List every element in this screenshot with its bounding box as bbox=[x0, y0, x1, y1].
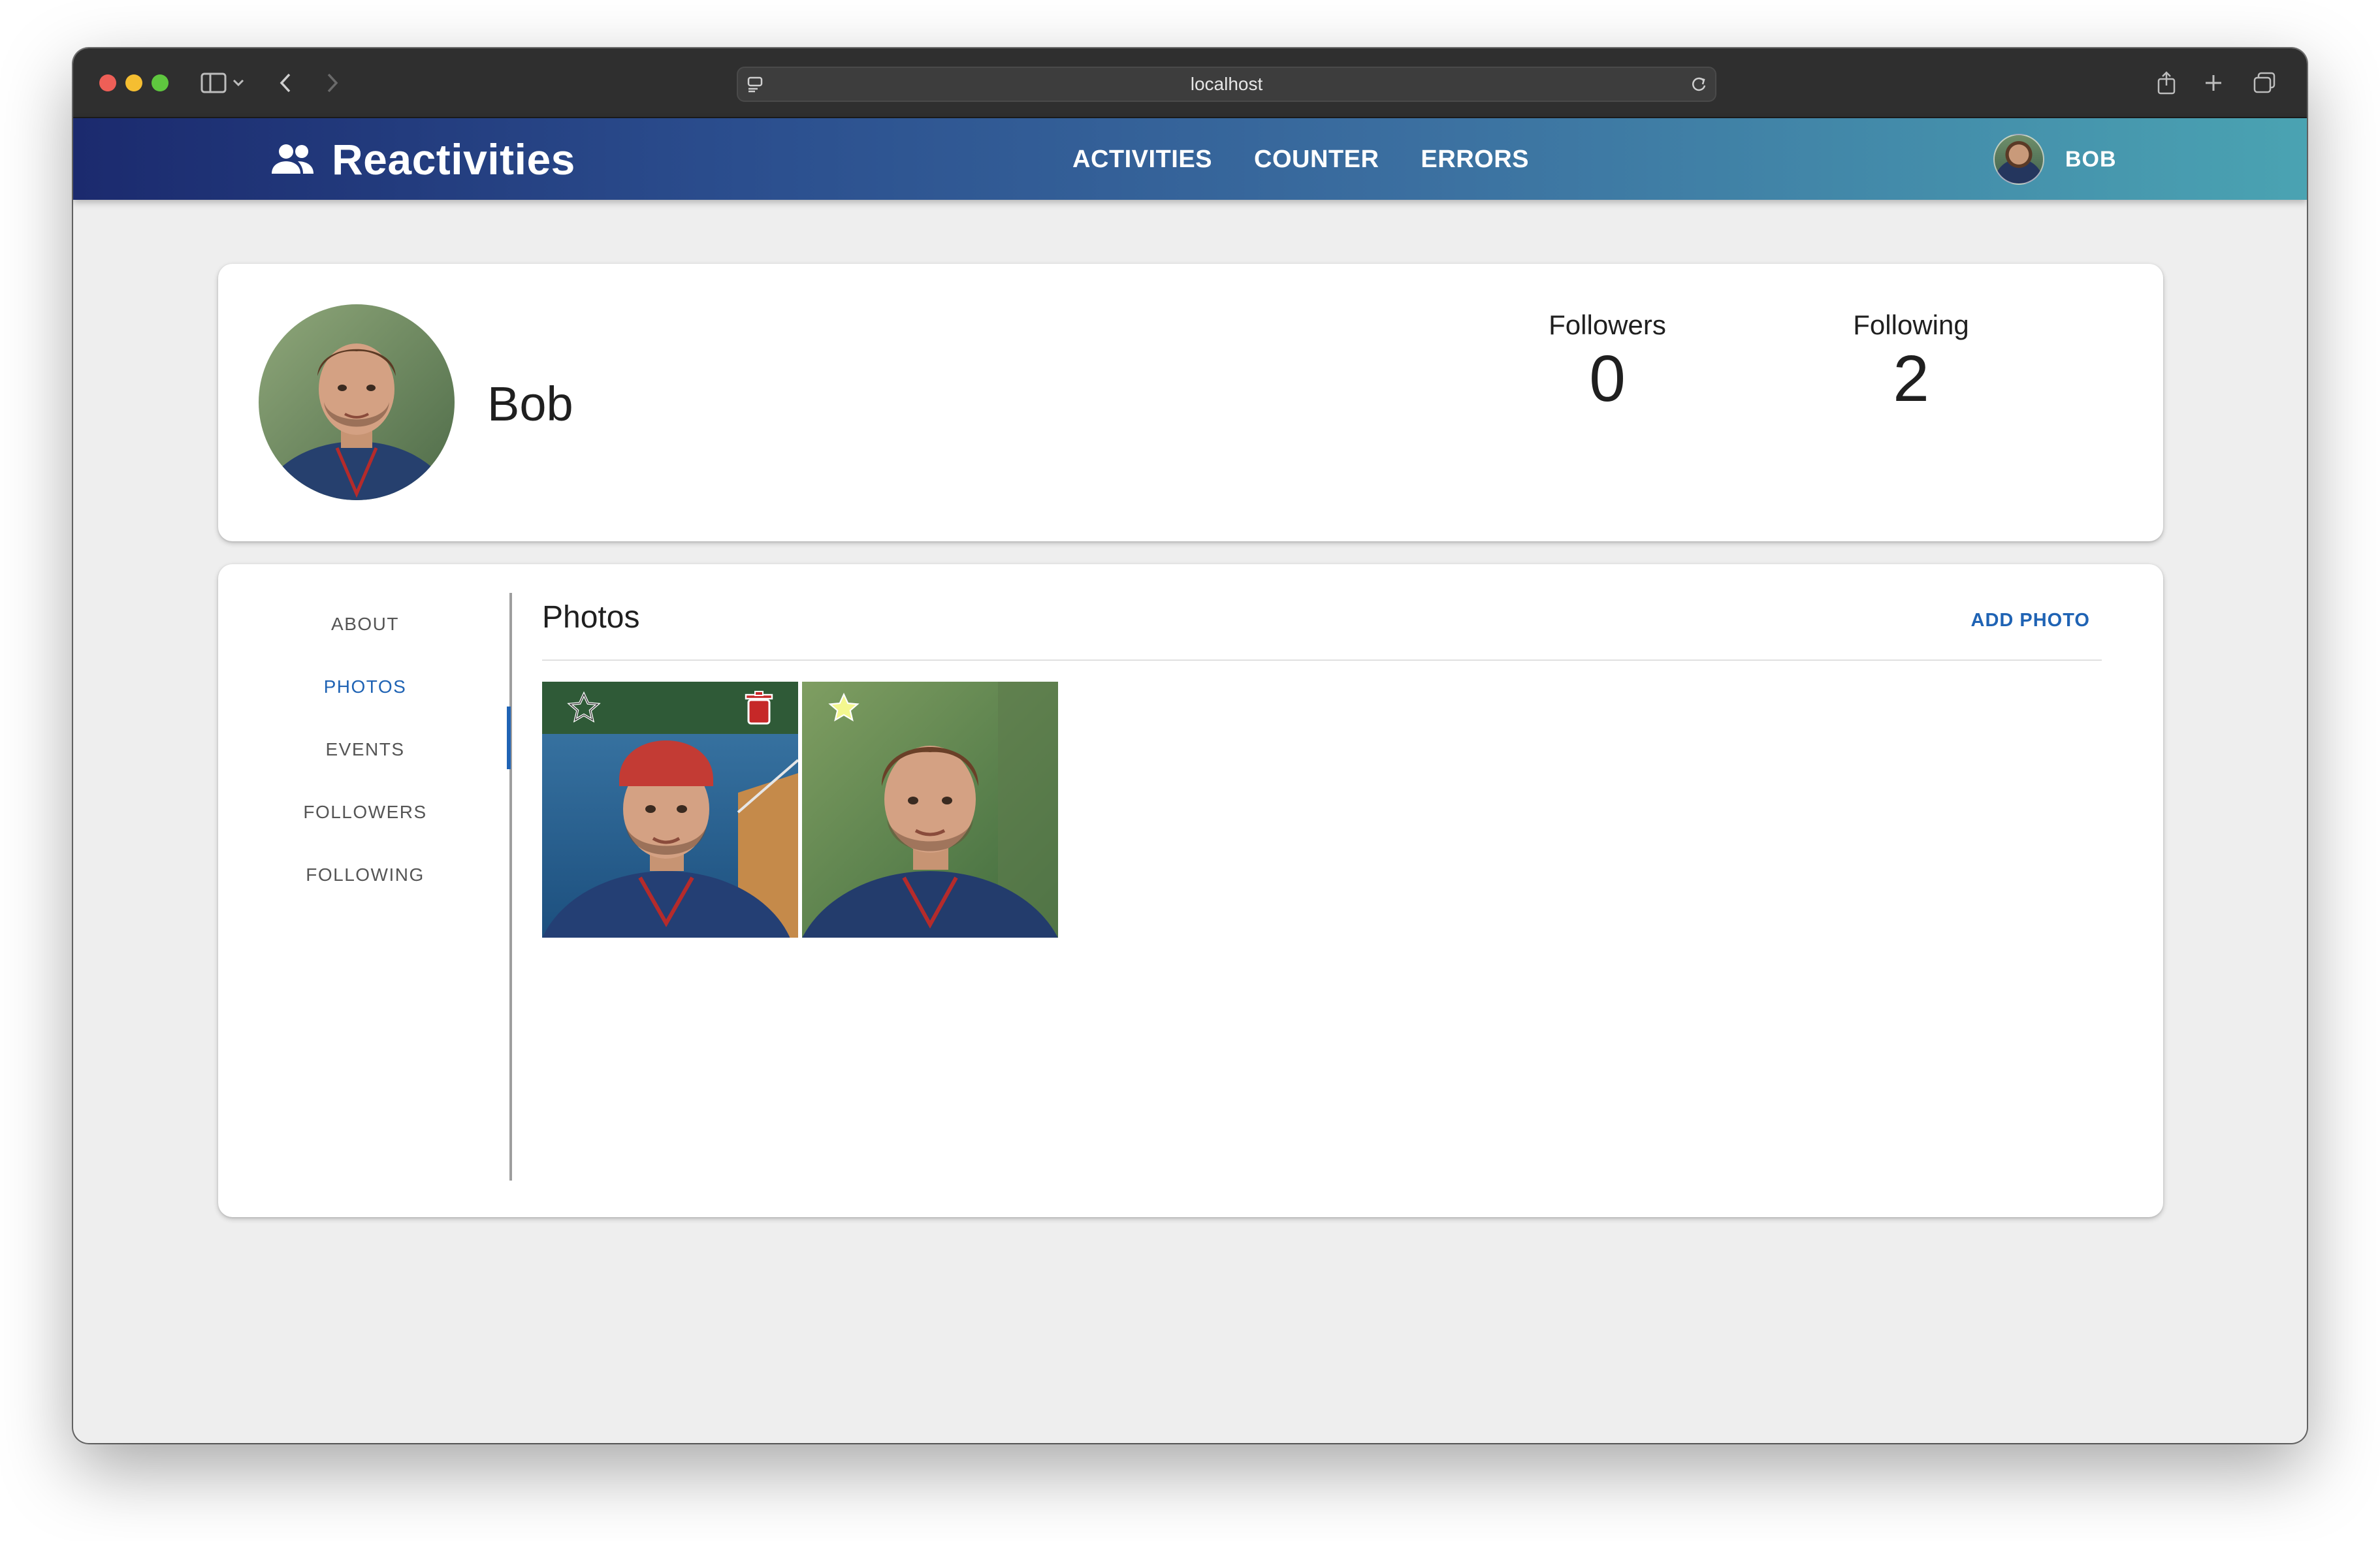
followers-label: Followers bbox=[1549, 310, 1666, 340]
back-arrow-icon[interactable] bbox=[269, 67, 302, 99]
profile-avatar bbox=[259, 304, 455, 500]
close-window-button[interactable] bbox=[99, 74, 116, 91]
nav-counter[interactable]: COUNTER bbox=[1254, 146, 1379, 174]
share-icon[interactable] bbox=[2150, 67, 2183, 99]
panel-title: Photos bbox=[542, 600, 640, 635]
tab-events[interactable]: EVENTS bbox=[218, 718, 512, 781]
user-name: BOB bbox=[2065, 146, 2117, 172]
brand-name: Reactivities bbox=[332, 135, 575, 183]
tab-following[interactable]: FOLLOWING bbox=[218, 844, 512, 906]
main-photo-star-icon[interactable] bbox=[827, 691, 861, 728]
panel-divider bbox=[542, 659, 2102, 661]
tab-photos[interactable]: PHOTOS bbox=[218, 656, 512, 718]
following-count: 2 bbox=[1893, 342, 1929, 415]
maximize-window-button[interactable] bbox=[152, 74, 169, 91]
profile-tabs: ABOUT PHOTOS EVENTS FOLLOWERS FOLLOWING bbox=[218, 593, 512, 906]
address-bar[interactable]: localhost bbox=[737, 67, 1716, 102]
browser-titlebar: localhost bbox=[73, 48, 2307, 118]
main-nav: ACTIVITIES COUNTER ERRORS bbox=[1072, 138, 1571, 181]
followers-count: 0 bbox=[1589, 342, 1626, 415]
delete-trash-icon[interactable] bbox=[745, 691, 773, 728]
nav-errors[interactable]: ERRORS bbox=[1421, 146, 1529, 174]
sidebar-toggle-icon[interactable] bbox=[197, 67, 230, 99]
new-tab-icon[interactable] bbox=[2197, 67, 2230, 99]
chevron-down-icon[interactable] bbox=[229, 67, 248, 99]
tab-overview-icon[interactable] bbox=[2248, 67, 2281, 99]
add-photo-button[interactable]: ADD PHOTO bbox=[1971, 610, 2090, 631]
photo-tile[interactable] bbox=[542, 682, 798, 938]
brand[interactable]: Reactivities bbox=[269, 135, 575, 183]
browser-window: localhost Reactivities ACTIVITIES COUNTE… bbox=[73, 48, 2307, 1443]
profile-header-card: Bob Followers 0 Following 2 bbox=[218, 264, 2163, 541]
reload-icon[interactable] bbox=[1689, 74, 1709, 97]
active-tab-indicator bbox=[507, 707, 511, 769]
photo-grid bbox=[542, 682, 1062, 938]
minimize-window-button[interactable] bbox=[125, 74, 142, 91]
forward-arrow-icon[interactable] bbox=[316, 67, 349, 99]
set-main-star-icon[interactable] bbox=[567, 691, 601, 728]
following-stat: Following 2 bbox=[1813, 310, 2009, 413]
app-header: Reactivities ACTIVITIES COUNTER ERRORS B… bbox=[73, 118, 2307, 200]
profile-content-card: ABOUT PHOTOS EVENTS FOLLOWERS FOLLOWING … bbox=[218, 564, 2163, 1217]
tab-about[interactable]: ABOUT bbox=[218, 593, 512, 656]
user-menu[interactable]: BOB bbox=[1993, 133, 2117, 186]
url-text: localhost bbox=[1190, 74, 1263, 94]
nav-activities[interactable]: ACTIVITIES bbox=[1072, 146, 1212, 174]
profile-display-name: Bob bbox=[487, 377, 573, 431]
avatar bbox=[1993, 134, 2044, 185]
tabs-divider bbox=[509, 593, 512, 1181]
photo-tile[interactable] bbox=[802, 682, 1058, 938]
following-label: Following bbox=[1853, 310, 1969, 340]
tab-followers[interactable]: FOLLOWERS bbox=[218, 781, 512, 844]
people-icon bbox=[272, 144, 314, 174]
followers-stat: Followers 0 bbox=[1509, 310, 1705, 413]
